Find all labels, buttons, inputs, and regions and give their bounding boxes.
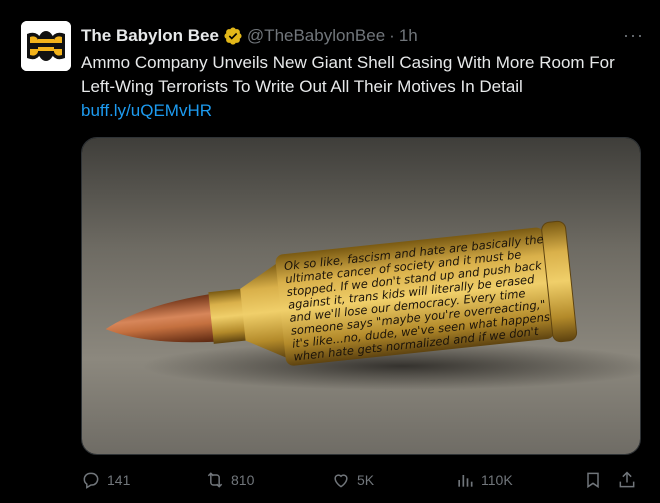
share-icon — [619, 471, 635, 488]
tweet-link[interactable]: buff.ly/uQEMvHR — [81, 101, 212, 120]
reply-button[interactable]: 141 — [81, 466, 130, 494]
views-count: 110K — [481, 472, 513, 488]
share-button[interactable] — [617, 466, 637, 494]
like-button[interactable]: 5K — [331, 466, 374, 494]
tweet-header: The Babylon Bee @TheBabylonBee · 1h ··· — [81, 25, 644, 47]
more-options-icon[interactable]: ··· — [623, 25, 644, 46]
like-icon — [334, 474, 348, 488]
repost-count: 810 — [231, 472, 255, 488]
tweet-media-image[interactable]: Ok so like, fascism and hate are basical… — [81, 137, 641, 455]
views-icon — [458, 475, 473, 487]
action-bar: 141 810 5K 110K — [81, 466, 640, 494]
like-count: 5K — [357, 472, 375, 488]
bookmark-icon — [587, 472, 599, 489]
reply-icon — [83, 472, 99, 489]
babylon-bee-logo — [21, 21, 71, 71]
avatar[interactable] — [21, 21, 71, 71]
separator-dot: · — [389, 26, 395, 45]
reply-count: 141 — [107, 472, 131, 488]
timestamp[interactable]: 1h — [399, 26, 418, 46]
repost-button[interactable]: 810 — [205, 466, 254, 494]
tweet-body: Ammo Company Unveils New Giant Shell Cas… — [81, 53, 615, 96]
author-handle[interactable]: @TheBabylonBee — [247, 26, 385, 46]
bullet-image: Ok so like, fascism and hate are basical… — [82, 138, 640, 454]
author-name[interactable]: The Babylon Bee — [81, 26, 219, 46]
bookmark-button[interactable] — [583, 466, 603, 494]
tweet-text: Ammo Company Unveils New Giant Shell Cas… — [81, 51, 641, 123]
verified-badge-icon — [223, 26, 243, 46]
views-button[interactable]: 110K — [455, 466, 513, 494]
repost-icon — [207, 472, 223, 488]
